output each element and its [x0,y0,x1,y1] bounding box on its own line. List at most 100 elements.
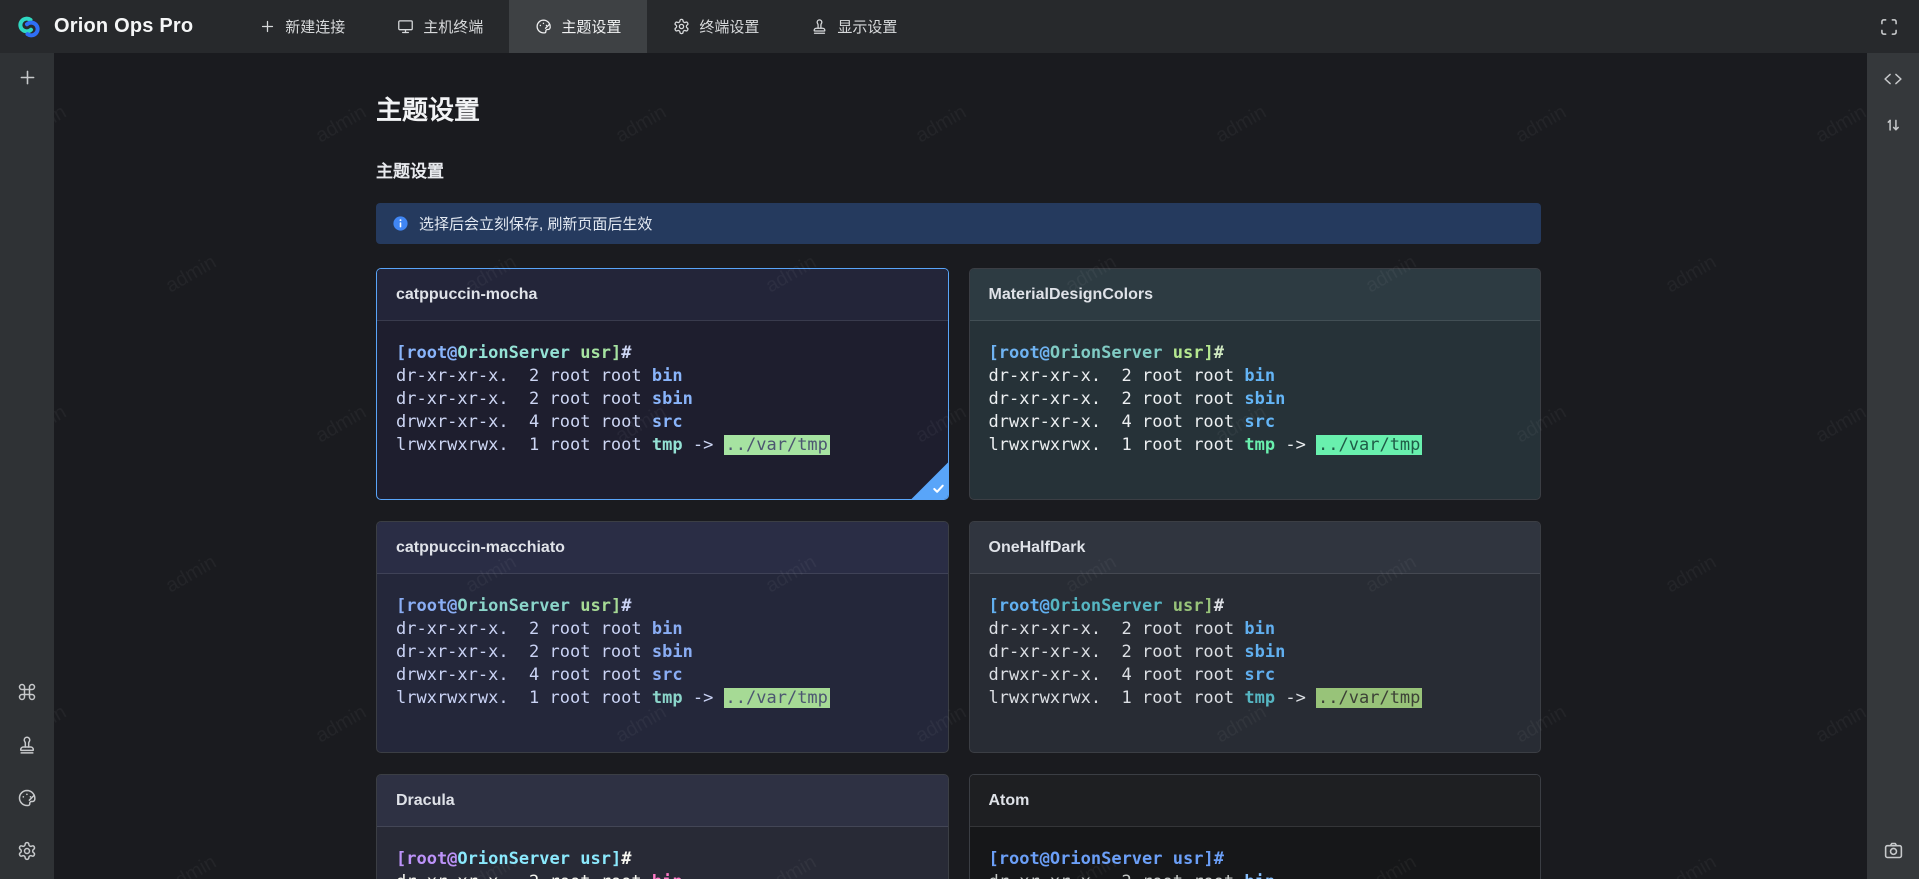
theme-card-header: OneHalfDark [970,522,1541,574]
theme-grid: catppuccin-mocha [root@OrionServer usr]#… [376,268,1541,879]
terminal-token: [root@ [989,343,1050,363]
display-setting-button[interactable] [17,735,37,755]
terminal-token: # [1214,343,1224,363]
terminal-line: drwxr-xr-x. 4 root root src [989,411,1522,434]
terminal-token: dr-xr-xr-x. 2 root root [989,872,1245,879]
nav-tabs: 新建连接主机终端主题设置 终端设置 显示设置 [233,0,923,53]
left-rail-top [17,67,38,88]
theme-card-header: MaterialDesignColors [970,269,1541,321]
theme-card[interactable]: catppuccin-mocha [root@OrionServer usr]#… [376,268,949,500]
theme-card-header: Atom [970,775,1541,827]
screenshot-button[interactable] [1883,840,1904,861]
terminal-line: dr-xr-xr-x. 2 root root sbin [989,641,1522,664]
terminal-token: [root@ [396,343,457,363]
terminal-token: dr-xr-xr-x. 2 root root [989,642,1245,662]
watermark-text: admin [54,701,71,748]
terminal-token: OrionServer [1050,849,1163,869]
theme-card[interactable]: MaterialDesignColors [root@OrionServer u… [969,268,1542,500]
terminal-line: dr-xr-xr-x. 2 root root bin [396,618,929,641]
terminal-token: [root@ [989,596,1050,616]
terminal-token: sbin [652,389,693,409]
terminal-line: dr-xr-xr-x. 2 root root bin [989,618,1522,641]
fullscreen-icon [1879,17,1899,37]
theme-name: MaterialDesignColors [989,286,1153,304]
terminal-token: -> [1275,435,1316,455]
terminal-token: usr] [570,343,621,363]
terminal-line: dr-xr-xr-x. 2 root root bin [989,871,1522,879]
tab-new-connection[interactable]: 新建连接 [233,0,371,53]
main-content: 主题设置 主题设置 选择后会立刻保存, 刷新页面后生效 catppuccin-m… [54,53,1867,879]
terminal-token: sbin [652,642,693,662]
tab-host-terminal[interactable]: 主机终端 [371,0,509,53]
terminal-token: dr-xr-xr-x. 2 root root [396,872,652,879]
theme-setting-button[interactable] [17,788,37,808]
theme-card-header: catppuccin-mocha [377,269,948,321]
watermark-text: admin [312,701,371,748]
settings-container: 主题设置 主题设置 选择后会立刻保存, 刷新页面后生效 catppuccin-m… [376,53,1541,879]
terminal-token: usr] [1163,596,1214,616]
terminal-prompt-line: [root@OrionServer usr]# [989,595,1522,618]
terminal-token: tmp [1244,688,1275,708]
terminal-token: OrionServer [457,343,570,363]
theme-terminal-preview: [root@OrionServer usr]#dr-xr-xr-x. 2 roo… [377,574,948,710]
alert-text: 选择后会立刻保存, 刷新页面后生效 [419,213,652,234]
terminal-token: -> [683,688,724,708]
palette-icon [535,18,552,35]
terminal-token: bin [652,366,683,386]
terminal-token: dr-xr-xr-x. 2 root root [989,366,1245,386]
theme-card-header: catppuccin-macchiato [377,522,948,574]
terminal-prompt-line: [root@OrionServer usr]# [396,342,929,365]
terminal-token: usr] [570,596,621,616]
left-sidebar [0,53,54,879]
terminal-token: -> [683,435,724,455]
theme-card-header: Dracula [377,775,948,827]
stamp-icon [811,18,828,35]
right-rail-top [1883,69,1903,135]
watermark-text: admin [1662,551,1721,598]
theme-name: Dracula [396,792,455,810]
palette-icon [17,788,37,808]
theme-terminal-preview: [root@OrionServer usr]#dr-xr-xr-x. 2 roo… [970,321,1541,457]
terminal-line: dr-xr-xr-x. 2 root root sbin [989,388,1522,411]
tab-display-settings[interactable]: 显示设置 [785,0,923,53]
theme-terminal-preview: [root@OrionServer usr]# dr-xr-xr-x. 2 roo… [377,321,948,457]
terminal-token: OrionServer [457,596,570,616]
transfer-list-button[interactable] [1883,115,1903,135]
tab-label: 终端设置 [699,16,759,37]
theme-card[interactable]: OneHalfDark [root@OrionServer usr]#dr-xr… [969,521,1542,753]
terminal-token: tmp [652,688,683,708]
gear-icon [673,18,690,35]
fullscreen-button[interactable] [1873,11,1905,43]
terminal-line: dr-xr-xr-x. 2 root root bin [989,365,1522,388]
theme-card[interactable]: Atom [root@OrionServer usr]#dr-xr-xr-x. … [969,774,1542,879]
page-title: 主题设置 [376,93,1541,127]
watermark-text: admin [54,401,71,448]
terminal-token: lrwxrwxrwx. 1 root root [989,688,1245,708]
theme-card[interactable]: catppuccin-macchiato [root@OrionServer u… [376,521,949,753]
terminal-line: dr-xr-xr-x. 2 root root sbin [396,641,929,664]
watermark-text: admin [162,251,221,298]
terminal-prompt-line: [root@OrionServer usr]# [396,848,929,871]
tab-terminal-settings[interactable]: 终端设置 [647,0,785,53]
terminal-token: drwxr-xr-x. 4 root root [989,665,1245,685]
tab-theme-settings[interactable]: 主题设置 [509,0,647,53]
gear-icon [17,841,37,861]
watermark-text: admin [312,401,371,448]
add-tab-button[interactable] [17,67,38,88]
terminal-token: drwxr-xr-x. 4 root root [396,412,652,432]
shortcut-keys-button[interactable] [17,682,37,702]
terminal-token: dr-xr-xr-x. 2 root root [396,389,652,409]
terminal-line: lrwxrwxrwx. 1 root root tmp -> ../var/tm… [396,687,929,710]
terminal-token: sbin [1244,642,1285,662]
watermark-text: admin [54,101,71,148]
terminal-token: bin [1244,366,1275,386]
theme-name: Atom [989,792,1030,810]
brand[interactable]: Orion Ops Pro [0,0,209,53]
terminal-token: # [621,849,631,869]
terminal-setting-button[interactable] [17,841,37,861]
terminal-token: bin [652,872,683,879]
terminal-token: lrwxrwxrwx. 1 root root [396,688,652,708]
theme-card[interactable]: Dracula [root@OrionServer usr]#dr-xr-xr-… [376,774,949,879]
command-snippet-button[interactable] [1883,69,1903,89]
terminal-token: src [1244,412,1275,432]
